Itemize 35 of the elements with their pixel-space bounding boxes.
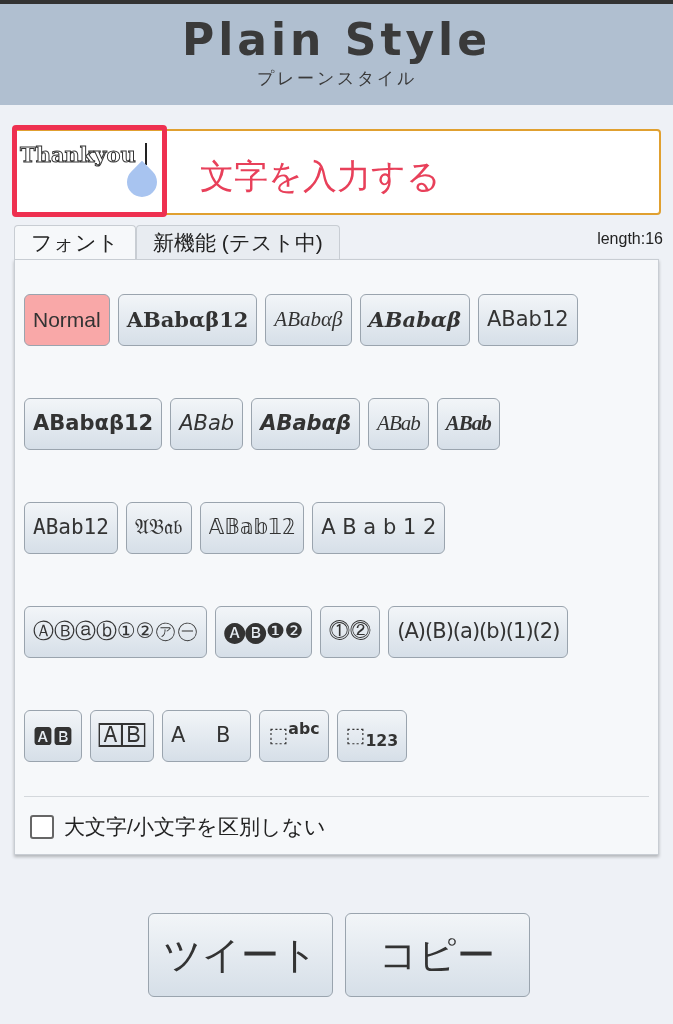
style-button[interactable]: ABabαβ — [265, 294, 352, 346]
app-subtitle: プレーンスタイル — [256, 67, 417, 90]
checkbox-label: 大文字/小文字を区別しない — [64, 814, 326, 840]
style-button[interactable]: 🅐🅑❶❷ — [214, 606, 313, 658]
style-button[interactable]: ⓵⓶ — [320, 606, 381, 658]
text-cursor — [145, 143, 147, 165]
checkbox[interactable] — [30, 814, 54, 839]
length-label: length:16 — [597, 229, 663, 249]
input-text: Thankyou — [20, 141, 136, 169]
style-button[interactable]: Normal — [24, 294, 110, 346]
tab[interactable]: フォント — [14, 225, 136, 259]
style-button[interactable]: ABab — [368, 398, 429, 450]
style-button[interactable]: 🄰🄱 — [90, 710, 154, 762]
style-button[interactable]: A B — [162, 710, 252, 762]
style-button[interactable]: ⒶⒷⓐⓑ①②㋐㊀ — [24, 606, 207, 658]
style-button[interactable]: 𝔄𝔅𝔞𝔟 — [125, 502, 192, 554]
style-button[interactable]: 𝔸𝔹𝕒𝕓𝟙𝟚 — [199, 502, 305, 554]
style-button[interactable]: ABab — [436, 398, 500, 450]
action-button[interactable]: ツイート — [147, 913, 333, 997]
style-button[interactable]: A B a b 1 2 — [312, 502, 446, 554]
tab[interactable]: 新機能 (テスト中) — [136, 225, 340, 259]
style-button[interactable]: ABabαβ — [359, 294, 470, 346]
style-button[interactable]: ⬚$^{abc}$ — [259, 710, 329, 762]
style-button[interactable]: ABab12 — [24, 502, 118, 554]
style-button[interactable]: ABab — [170, 398, 244, 450]
style-button[interactable]: 🅰🅱 — [24, 710, 82, 762]
app-title: Plain Style — [181, 17, 492, 62]
style-button[interactable]: ABabαβ12 — [117, 294, 258, 346]
style-button[interactable]: ABabαβ12 — [24, 398, 163, 450]
action-button[interactable]: コピー — [344, 913, 530, 997]
style-button[interactable]: ABabαβ — [251, 398, 361, 450]
style-button[interactable]: ABab12 — [477, 294, 578, 346]
style-button[interactable]: ⬚$_{123}$ — [336, 710, 408, 762]
annotation-text: 文字を入力する — [200, 156, 441, 197]
style-button[interactable]: (A)(B)(a)(b)(1)(2) — [388, 606, 569, 658]
